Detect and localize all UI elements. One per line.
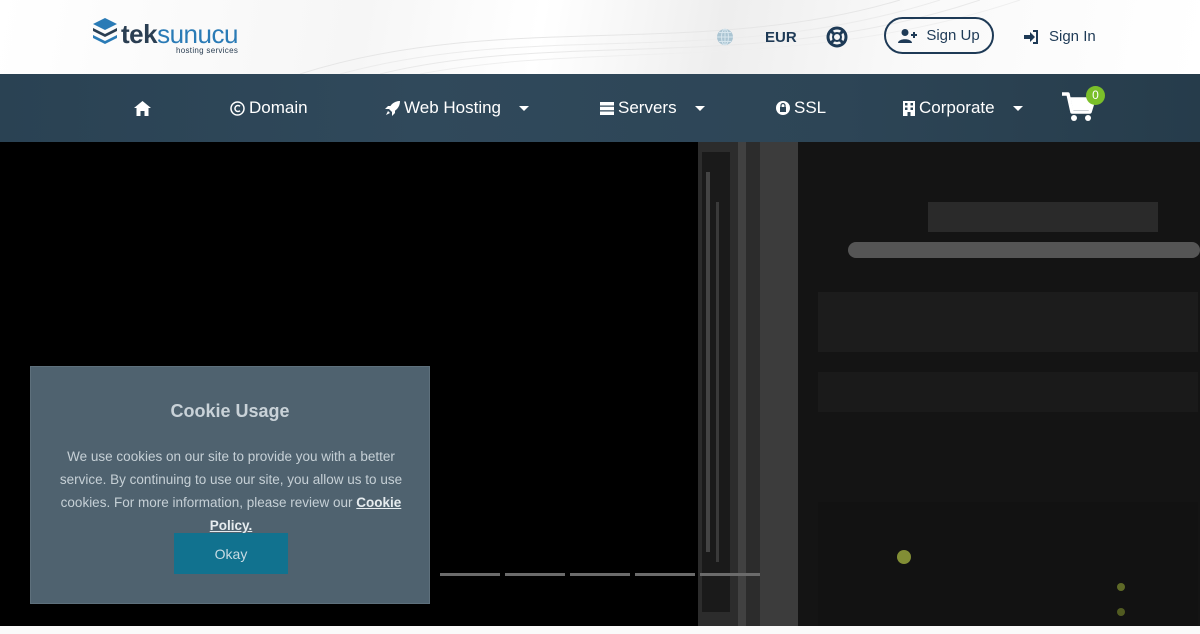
nav-ssl[interactable]: SSL: [776, 74, 826, 142]
chevron-down-icon: [694, 105, 705, 111]
nav-web-hosting[interactable]: Web Hosting: [385, 74, 530, 142]
rocket-icon: [385, 100, 400, 116]
logo-wordmark-bold: tek: [121, 19, 158, 49]
nav-ssl-label: SSL: [794, 98, 827, 117]
main-nav: Domain Web Hosting Servers SSL Corporate: [0, 74, 1200, 142]
logo-wordmark: teksunucu: [121, 20, 238, 48]
logo-tagline: hosting services: [176, 46, 239, 55]
nav-domain[interactable]: Domain: [230, 74, 308, 142]
nav-servers[interactable]: Servers: [600, 74, 705, 142]
home-icon: [134, 100, 151, 116]
building-icon: [903, 100, 915, 116]
cookie-text: We use cookies on our site to provide yo…: [43, 445, 419, 537]
nav-servers-label: Servers: [618, 98, 677, 117]
slider-dot[interactable]: [505, 573, 565, 576]
chevron-down-icon: [1012, 105, 1023, 111]
nav-web-hosting-label: Web Hosting: [404, 98, 502, 117]
chevron-down-icon: [519, 105, 530, 111]
nav-home[interactable]: [134, 74, 151, 142]
currency-selector[interactable]: EUR: [765, 29, 797, 46]
cookie-title: Cookie Usage: [170, 401, 290, 421]
sign-up-label: Sign Up: [926, 27, 980, 44]
globe-icon[interactable]: [716, 28, 734, 46]
slider-dot[interactable]: [700, 573, 760, 576]
sign-in-label: Sign In: [1049, 28, 1096, 45]
top-header: teksunucu hosting services EUR Sign Up S…: [0, 0, 1200, 74]
sign-in-icon: [1024, 29, 1038, 44]
sign-up-button[interactable]: Sign Up: [884, 17, 994, 54]
site-logo[interactable]: teksunucu hosting services: [92, 17, 252, 57]
nav-corporate-label: Corporate: [919, 98, 995, 117]
slider-pagination: [440, 573, 760, 576]
server-rack-graphic: [698, 142, 1200, 626]
user-plus-icon: [898, 28, 918, 43]
nav-domain-label: Domain: [249, 98, 308, 117]
cookie-consent-dialog: Cookie Usage We use cookies on our site …: [30, 366, 430, 604]
lock-icon: [776, 101, 790, 115]
page-bottom-strip: [0, 626, 1200, 634]
stack-logo-icon: [93, 18, 117, 44]
sign-in-button[interactable]: Sign In: [1024, 28, 1096, 45]
logo-wordmark-light: sunucu: [157, 19, 238, 49]
hero-server-rack-image: [698, 142, 1200, 626]
server-icon: [600, 101, 614, 115]
lifebuoy-icon[interactable]: [826, 26, 848, 48]
slider-dot[interactable]: [440, 573, 500, 576]
slider-dot[interactable]: [635, 573, 695, 576]
copyright-icon: [230, 100, 245, 116]
slider-dot[interactable]: [570, 573, 630, 576]
nav-corporate[interactable]: Corporate: [903, 74, 1023, 142]
cookie-message: We use cookies on our site to provide yo…: [59, 449, 403, 510]
cart-count-badge: 0: [1086, 86, 1105, 105]
okay-button[interactable]: Okay: [174, 533, 288, 574]
